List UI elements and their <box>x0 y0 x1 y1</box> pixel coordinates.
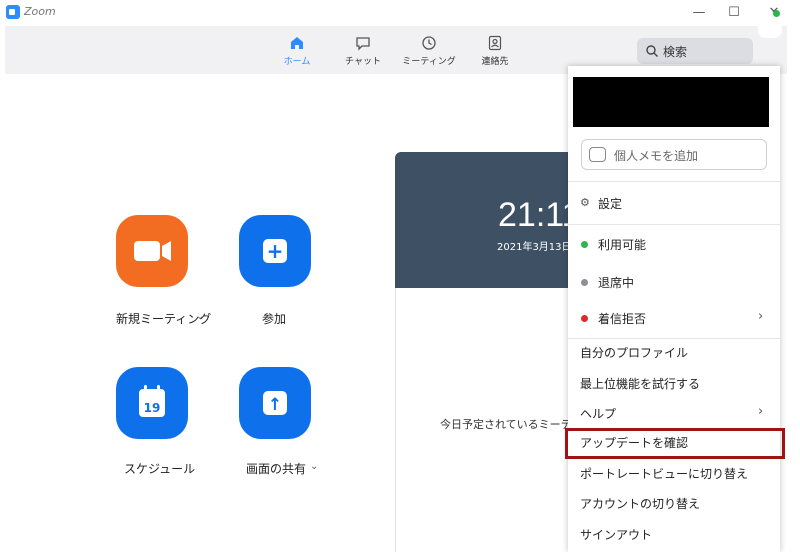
status-dnd-icon <box>581 315 588 322</box>
profile-menu: 個人メモを追加 ⚙ 設定 利用可能 退席中 着信拒否 › 自分のプロファイル 最… <box>568 66 780 552</box>
menu-item-label: サインアウト <box>580 528 653 542</box>
menu-item-switch-account[interactable]: アカウントの切り替え <box>568 489 780 517</box>
share-screen-button[interactable]: ↑ <box>239 367 311 439</box>
video-camera-icon <box>134 241 171 261</box>
maximize-button[interactable]: ☐ <box>723 3 745 23</box>
menu-item-away[interactable]: 退席中 <box>568 268 780 296</box>
tab-meetings-label: ミーティング <box>402 57 456 67</box>
menu-item-help[interactable]: ヘルプ › <box>568 399 780 427</box>
plus-icon: + <box>263 239 287 263</box>
chevron-down-icon[interactable]: ⌄ <box>310 461 318 472</box>
status-away-icon <box>581 279 588 286</box>
minimize-button[interactable]: — <box>688 3 710 23</box>
join-button[interactable]: + <box>239 215 311 287</box>
join-label: 参加 <box>262 312 287 326</box>
menu-item-label: アカウントの切り替え <box>580 497 701 511</box>
home-icon <box>291 37 303 49</box>
menu-item-label: 着信拒否 <box>598 312 647 326</box>
chevron-right-icon: › <box>758 309 764 324</box>
clock-card: 21:11 2021年3月13日 <box>395 152 595 288</box>
contacts-icon <box>488 35 502 51</box>
schedule-label: スケジュール <box>124 462 196 476</box>
tab-home[interactable]: ホーム <box>262 35 332 67</box>
personal-note-placeholder: 個人メモを追加 <box>614 149 699 163</box>
menu-item-try-features[interactable]: 最上位機能を試行する <box>568 369 780 397</box>
menu-item-dnd[interactable]: 着信拒否 › <box>568 304 780 332</box>
tab-contacts[interactable]: 連絡先 <box>460 35 530 67</box>
new-meeting-button[interactable] <box>116 215 188 287</box>
gear-icon: ⚙ <box>580 196 590 209</box>
personal-note-input[interactable]: 個人メモを追加 <box>581 139 767 170</box>
share-glyph: ↑ <box>268 395 282 415</box>
tab-meetings[interactable]: ミーティング <box>394 35 464 67</box>
menu-item-sign-out[interactable]: サインアウト <box>568 520 780 548</box>
tab-contacts-label: 連絡先 <box>481 57 509 67</box>
menu-divider <box>568 181 780 182</box>
zoom-logo-icon <box>6 5 20 19</box>
current-date: 2021年3月13日 <box>497 242 572 253</box>
share-screen-label: 画面の共有 <box>246 462 307 476</box>
search-icon <box>646 45 658 57</box>
menu-item-label: 最上位機能を試行する <box>580 377 701 391</box>
menu-item-label: 退席中 <box>598 276 635 290</box>
menu-item-label: 自分のプロファイル <box>580 346 689 360</box>
menu-item-profile[interactable]: 自分のプロファイル <box>568 338 780 366</box>
presence-dot-icon <box>773 10 780 17</box>
chevron-right-icon: › <box>758 404 764 419</box>
zoom-app-window: Zoom — ☐ ✕ ホーム チャット ミーティング <box>0 0 800 552</box>
menu-item-label: ポートレートビューに切り替え <box>580 467 749 481</box>
tab-home-label: ホーム <box>283 57 311 67</box>
smiley-icon <box>589 147 606 162</box>
menu-item-label: 利用可能 <box>598 238 647 252</box>
share-arrow-icon: ↑ <box>263 391 287 415</box>
schedule-button[interactable]: 19 <box>116 367 188 439</box>
menu-item-label: ヘルプ <box>580 407 617 421</box>
calendar-day: 19 <box>144 401 161 415</box>
status-available-icon <box>581 241 588 248</box>
menu-item-portrait-view[interactable]: ポートレートビューに切り替え <box>568 459 780 487</box>
calendar-icon: 19 <box>139 385 165 417</box>
menu-divider <box>568 224 780 225</box>
clock-icon <box>422 36 436 50</box>
search-label: 検索 <box>663 45 688 59</box>
menu-item-label: 設定 <box>598 197 623 211</box>
title-bar: Zoom — ☐ ✕ <box>0 0 800 26</box>
plus-glyph: + <box>267 239 284 263</box>
highlight-box <box>565 428 785 459</box>
menu-item-settings[interactable]: ⚙ 設定 <box>568 189 780 217</box>
window-title: Zoom <box>24 5 56 18</box>
menu-item-available[interactable]: 利用可能 <box>568 230 780 258</box>
chevron-down-icon[interactable]: ⌄ <box>196 311 204 322</box>
tab-chat[interactable]: チャット <box>328 35 398 67</box>
search-input[interactable]: 検索 <box>637 38 753 64</box>
tab-chat-label: チャット <box>345 57 381 67</box>
chat-icon <box>356 37 370 51</box>
profile-name-redacted <box>573 77 769 127</box>
